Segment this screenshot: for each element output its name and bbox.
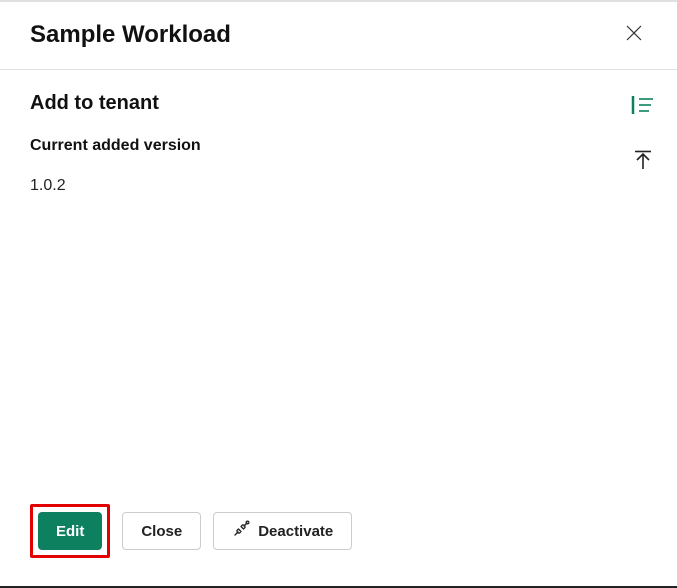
panel-footer: Edit Close Deactivate	[30, 504, 352, 558]
list-icon	[631, 94, 655, 119]
list-button[interactable]	[629, 92, 657, 121]
version-label: Current added version	[30, 137, 647, 155]
arrow-up-bar-icon	[632, 149, 654, 174]
close-panel-label: Close	[141, 523, 182, 540]
panel-title: Sample Workload	[30, 21, 231, 49]
deactivate-button[interactable]: Deactivate	[213, 512, 352, 550]
close-icon	[625, 24, 643, 45]
edit-button-label: Edit	[56, 523, 84, 540]
section-title: Add to tenant	[30, 92, 647, 115]
deactivate-button-label: Deactivate	[258, 523, 333, 540]
scroll-top-button[interactable]	[630, 147, 656, 176]
close-panel-button[interactable]: Close	[122, 512, 201, 550]
version-value: 1.0.2	[30, 177, 647, 195]
panel-body: Add to tenant Current added version 1.0.…	[0, 70, 677, 215]
side-toolbar	[629, 92, 657, 176]
panel-header: Sample Workload	[0, 2, 677, 70]
edit-highlight: Edit	[30, 504, 110, 558]
unplug-icon	[232, 520, 250, 542]
close-button[interactable]	[621, 20, 647, 49]
edit-button[interactable]: Edit	[38, 512, 102, 550]
